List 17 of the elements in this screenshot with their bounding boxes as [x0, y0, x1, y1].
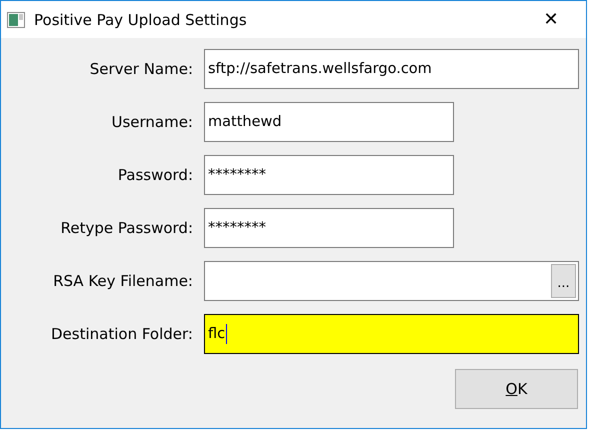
field-label: Server Name: [90, 60, 193, 78]
text-field[interactable]: ... [204, 261, 579, 301]
text-field[interactable]: flc [204, 314, 579, 354]
text-field[interactable]: ******** [204, 155, 454, 195]
field-label: RSA Key Filename: [53, 272, 193, 290]
field-label: Retype Password: [60, 219, 193, 237]
text-field[interactable]: ******** [204, 208, 454, 248]
browse-button[interactable]: ... [551, 264, 576, 298]
app-icon [7, 12, 25, 28]
field-label: Username: [111, 113, 193, 131]
text-field[interactable]: matthewd [204, 102, 454, 142]
window-title: Positive Pay Upload Settings [34, 10, 248, 28]
field-label: Destination Folder: [51, 325, 193, 343]
close-button[interactable]: ✕ [528, 9, 574, 30]
field-label: Password: [118, 166, 193, 184]
text-field[interactable]: sftp://safetrans.wellsfargo.com [204, 49, 579, 89]
ok-button[interactable]: OK [455, 369, 578, 409]
